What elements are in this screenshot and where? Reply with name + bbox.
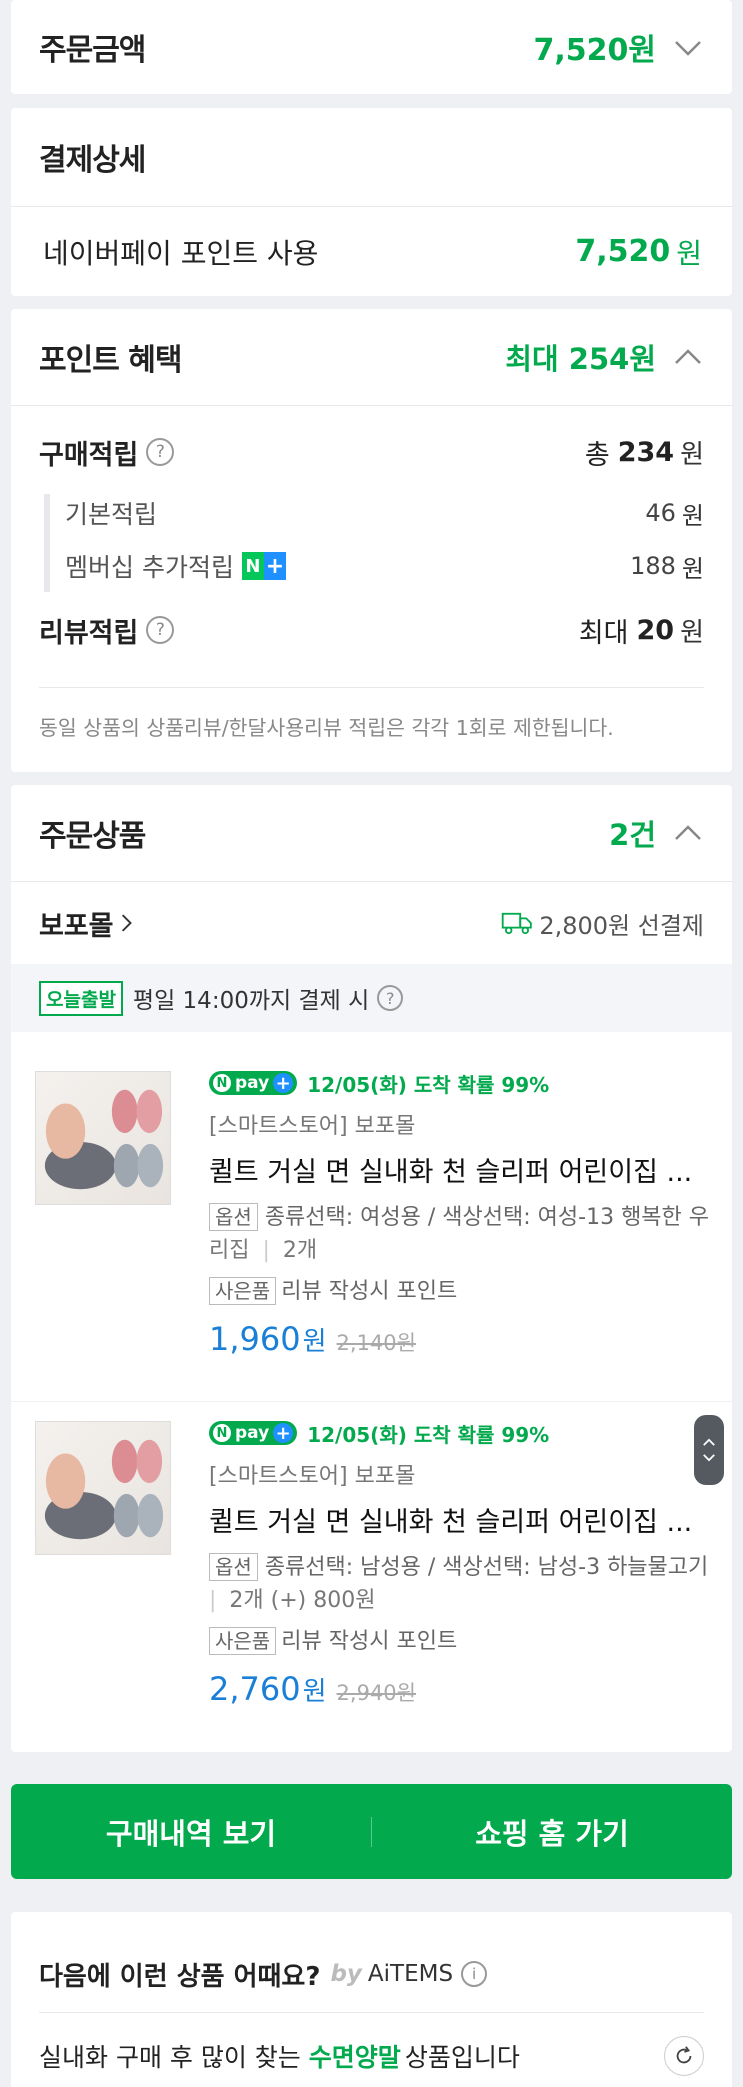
option-tag: 옵션 (209, 1553, 258, 1581)
divider (11, 405, 732, 406)
recommend-by: by (330, 1961, 362, 1987)
point-benefit-card: 포인트 혜택 최대 254원 구매적립 ? 총 234 원 기본적립 46 원 … (11, 309, 732, 772)
product-name[interactable]: 퀼트 거실 면 실내화 천 슬리퍼 어린이집 ... (209, 1500, 706, 1539)
store-link[interactable]: 보포몰 (39, 904, 114, 943)
payment-method-label: 네이버페이 포인트 사용 (43, 236, 319, 270)
chevron-down-icon (703, 1454, 715, 1462)
info-icon[interactable]: i (461, 1961, 488, 1987)
purchase-point-value: 234 (617, 436, 675, 468)
chevron-up-icon[interactable] (672, 341, 704, 373)
action-bar: 구매내역 보기 쇼핑 홈 가기 (11, 1784, 732, 1879)
basic-point-value: 46 (645, 499, 676, 527)
review-point-unit: 원 (680, 617, 704, 648)
product-image[interactable] (35, 1071, 171, 1205)
payment-method-value: 7,520 (575, 234, 671, 269)
scroll-handle[interactable] (694, 1415, 724, 1485)
slipper-image (44, 1439, 164, 1540)
product-image[interactable] (35, 1421, 171, 1555)
divider (39, 2012, 704, 2013)
today-ship-badge: 오늘출발 (39, 980, 123, 1016)
recommend-card: 다음에 이런 상품 어때요? by AiTEMS i 실내화 구매 후 많이 찾… (11, 1912, 732, 2087)
membership-point-value: 188 (630, 552, 676, 580)
purchase-point-unit: 원 (680, 439, 704, 470)
shopping-home-button[interactable]: 쇼핑 홈 가기 (372, 1811, 732, 1853)
point-benefit-max[interactable]: 최대 254원 (505, 336, 656, 378)
membership-point-label: 멤버십 추가적립 (65, 553, 234, 582)
today-ship-bar: 오늘출발 평일 14:00까지 결제 시 ? (11, 964, 732, 1032)
order-amount-card[interactable]: 주문금액 7,520원 (11, 0, 732, 94)
purchase-point-label: 구매적립 (39, 439, 139, 471)
option-tag: 옵션 (209, 1203, 258, 1231)
price-unit: 원 (302, 1327, 327, 1357)
point-notice: 동일 상품의 상품리뷰/한달사용리뷰 적립은 각각 1회로 제한됩니다. (39, 716, 614, 740)
shipping-fee: 2,800원 선결제 (539, 911, 704, 940)
basic-point-label: 기본적립 (65, 500, 158, 529)
order-amount-label: 주문금액 (39, 33, 146, 68)
seller-name: [스마트스토어] 보포몰 (209, 1464, 416, 1489)
original-price: 2,140원 (336, 1331, 416, 1355)
order-item[interactable]: N pay + 12/05(화) 도착 확률 99% [스마트스토어] 보포몰 … (11, 1382, 732, 1742)
purchase-history-button[interactable]: 구매내역 보기 (11, 1811, 371, 1853)
help-icon[interactable]: ? (146, 438, 175, 466)
review-point-prefix: 최대 (578, 617, 629, 649)
option-text-cont: 리집 (209, 1238, 250, 1263)
delivery-estimate: 12/05(화) 도착 확률 99% (307, 1422, 550, 1447)
chevron-right-icon[interactable] (120, 912, 134, 934)
membership-point-unit: 원 (681, 554, 704, 583)
nplus-badge: N + (241, 552, 286, 580)
option-text-cont: 2개 (+) 800원 (229, 1588, 376, 1613)
divider (39, 687, 704, 688)
recommend-keyword[interactable]: 수면양말 (309, 2038, 401, 2074)
npay-plus-badge: N pay + (209, 1421, 298, 1445)
order-item[interactable]: N pay + 12/05(화) 도착 확률 99% [스마트스토어] 보포몰 … (11, 1032, 732, 1382)
recommend-sub-suffix: 상품입니다 (404, 2043, 520, 2072)
order-amount-value: 7,520원 (533, 33, 657, 68)
help-icon[interactable]: ? (146, 616, 175, 644)
basic-point-unit: 원 (681, 501, 704, 530)
chevron-down-icon[interactable] (672, 31, 704, 63)
review-point-label: 리뷰적립 (39, 617, 139, 649)
gift-text: 리뷰 작성시 포인트 (281, 1629, 458, 1654)
gift-tag: 사은품 (209, 1277, 277, 1305)
recommend-sub-prefix: 실내화 구매 후 많이 찾는 (39, 2043, 301, 2072)
review-point-value: 20 (636, 614, 675, 646)
help-icon[interactable]: ? (377, 985, 404, 1011)
purchase-point-prefix: 총 (584, 439, 610, 471)
product-name[interactable]: 퀼트 거실 면 실내화 천 슬리퍼 어린이집 ... (209, 1150, 706, 1189)
price-unit: 원 (302, 1677, 327, 1707)
npay-label: pay (235, 1423, 270, 1443)
price: 1,960 (209, 1320, 301, 1358)
npay-label: pay (235, 1073, 270, 1093)
delivery-estimate: 12/05(화) 도착 확률 99% (307, 1072, 550, 1097)
today-ship-text: 평일 14:00까지 결제 시 (132, 988, 370, 1014)
gift-text: 리뷰 작성시 포인트 (281, 1279, 458, 1304)
price: 2,760 (209, 1670, 301, 1708)
order-items-title: 주문상품 (39, 819, 146, 854)
npay-plus-badge: N pay + (209, 1071, 298, 1095)
option-text: 종류선택: 여성용 / 색상선택: 여성-13 행복한 우 (264, 1205, 710, 1230)
refresh-icon (676, 2046, 692, 2064)
payment-title: 결제상세 (39, 143, 146, 178)
original-price: 2,940원 (336, 1681, 416, 1705)
chevron-up-icon (703, 1438, 715, 1446)
order-items-card: 주문상품 2건 보포몰 2,800원 선결제 오늘출발 평일 14:00까지 결… (11, 785, 732, 1752)
payment-method-unit: 원 (676, 236, 702, 270)
recommend-title: 다음에 이런 상품 어때요? (39, 1961, 321, 1992)
refresh-button[interactable] (664, 2036, 704, 2076)
truck-icon (502, 912, 533, 935)
seller-name: [스마트스토어] 보포몰 (209, 1114, 416, 1139)
option-text: 종류선택: 남성용 / 색상선택: 남성-3 하늘물고기 (264, 1555, 709, 1580)
chevron-up-icon[interactable] (672, 817, 704, 849)
slipper-image (44, 1089, 164, 1190)
payment-detail-card: 결제상세 네이버페이 포인트 사용 7,520 원 (11, 108, 732, 296)
order-items-count: 2건 (609, 818, 656, 852)
gift-tag: 사은품 (209, 1627, 277, 1655)
point-benefit-title: 포인트 혜택 (39, 343, 182, 378)
aitems-logo: AiTEMS (367, 1961, 454, 1987)
option-qty: 2개 (282, 1238, 318, 1263)
